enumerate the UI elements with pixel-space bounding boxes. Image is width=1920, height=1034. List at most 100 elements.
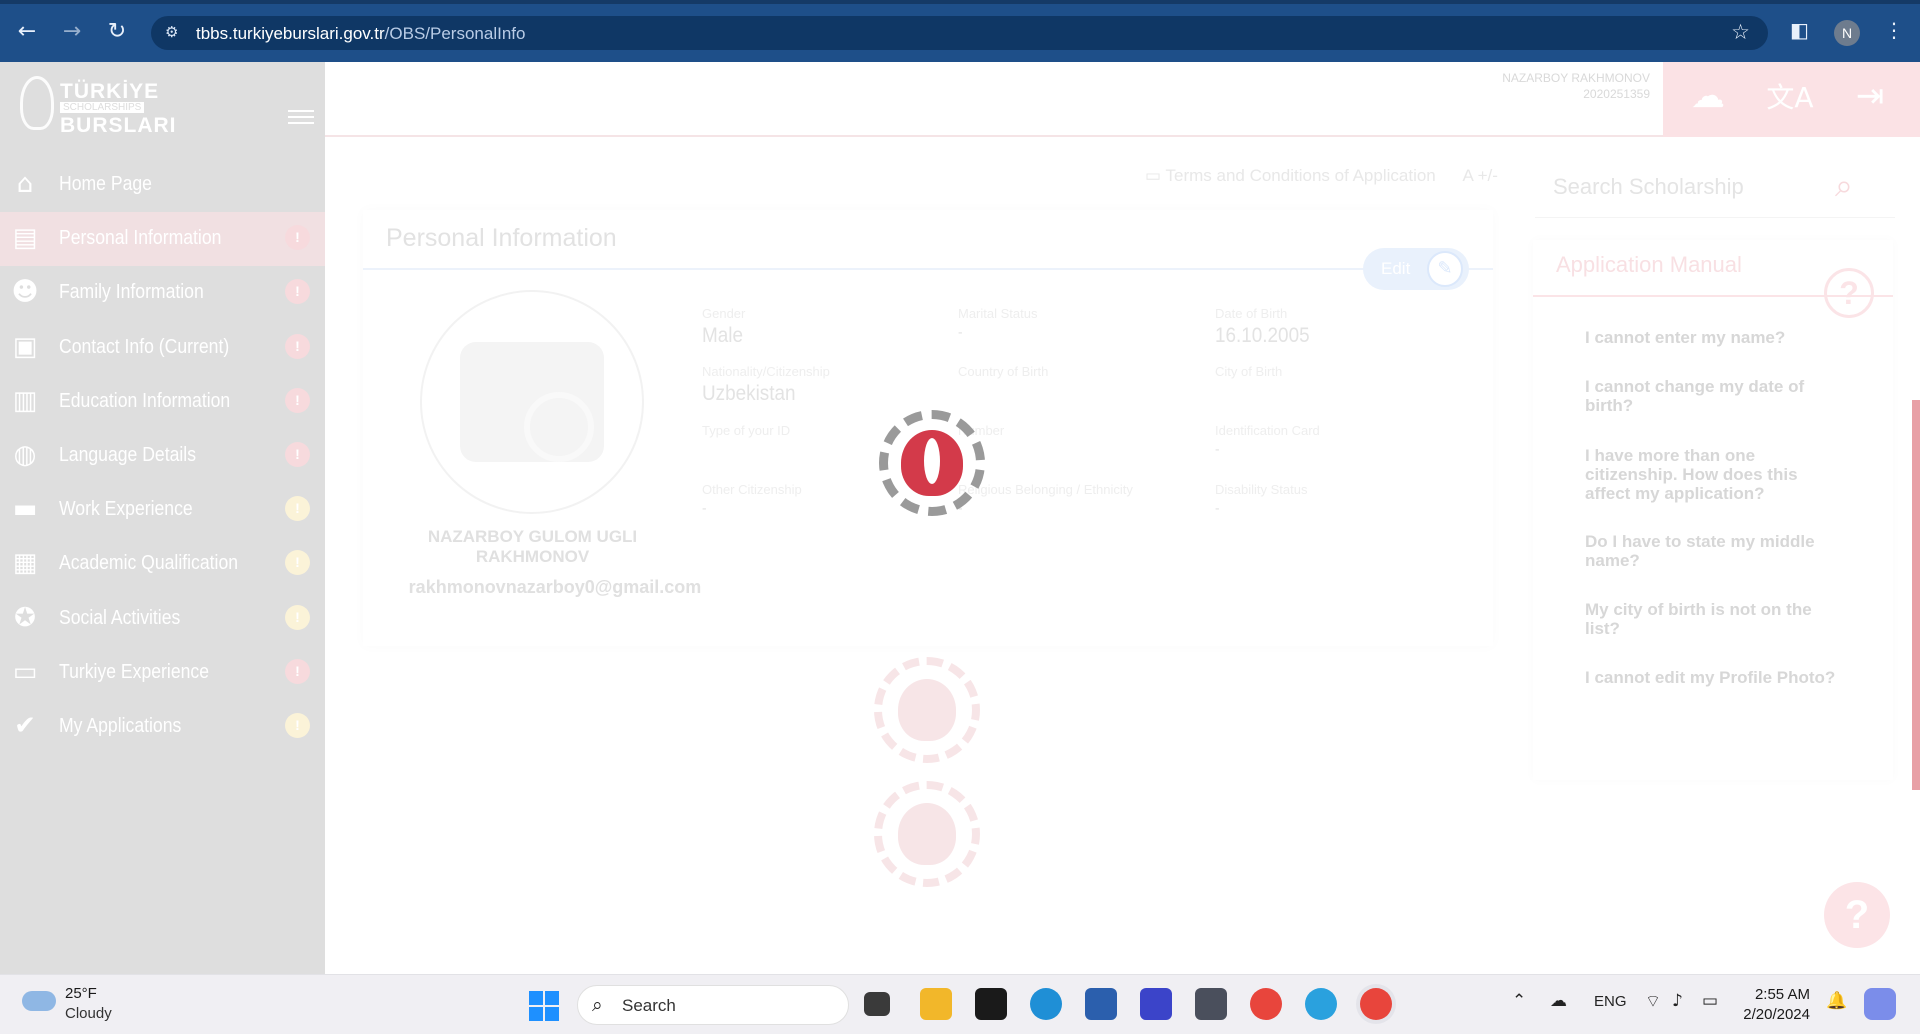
copilot-icon[interactable] xyxy=(1864,988,1896,1020)
weather-temp: 25°F xyxy=(65,985,97,1002)
field-number: Number xyxy=(958,423,1198,441)
user-id: 2020251359 xyxy=(1583,87,1650,101)
sidebar-item-education-information[interactable]: ▥ Education Information! xyxy=(0,375,325,429)
edge-icon[interactable] xyxy=(1030,988,1062,1020)
site-info-icon[interactable]: ⚙ xyxy=(165,23,185,43)
cloud-icon xyxy=(22,991,56,1011)
sidebar-item-personal-information[interactable]: ▤ Personal Information! xyxy=(0,212,325,267)
battery-icon[interactable]: ▭ xyxy=(1702,991,1718,1011)
field-value: - xyxy=(702,500,707,517)
sidebar-item-my-applications[interactable]: ✔ My Applications! xyxy=(0,700,325,754)
sidebar-item-work-experience[interactable]: ▬ Work Experience! xyxy=(0,483,325,537)
sidebar-item-language-details[interactable]: ◍ Language Details! xyxy=(0,429,325,483)
sidebar-item-label: Personal Information xyxy=(59,227,222,250)
field-religious-belonging-ethnicity: Religious Belonging / Ethnicity - xyxy=(958,482,1198,517)
sidebar-item-social-activities[interactable]: ✪ Social Activities! xyxy=(0,592,325,646)
chevron-up-icon[interactable]: ⌃ xyxy=(1512,991,1526,1011)
sidebar-item-contact-info-current[interactable]: ▣ Contact Info (Current)! xyxy=(0,321,325,375)
sidebar-item-label: Work Experience xyxy=(59,498,193,521)
pencil-icon: ✎ xyxy=(1427,251,1463,287)
notification-bell-icon[interactable]: 🔔 xyxy=(1826,991,1847,1011)
faq-link[interactable]: I cannot edit my Profile Photo? xyxy=(1585,668,1840,687)
clock[interactable]: 2:55 AM 2/20/2024 xyxy=(1740,985,1810,1025)
cloud-upload-icon[interactable]: ☁ xyxy=(1683,76,1733,122)
menu-kebab-icon[interactable]: ⋮ xyxy=(1884,18,1904,42)
chrome-icon[interactable] xyxy=(1250,988,1282,1020)
pycharm-icon[interactable] xyxy=(975,988,1007,1020)
task-view-icon[interactable] xyxy=(864,992,890,1016)
profile-avatar[interactable]: N xyxy=(1834,20,1860,46)
sidebar-item-label: Contact Info (Current) xyxy=(59,335,230,358)
app-icon[interactable] xyxy=(1195,988,1227,1020)
email-address: rakhmonovnazarboy0@gmail.com xyxy=(408,577,702,597)
store-icon[interactable] xyxy=(1085,988,1117,1020)
sidebar-item-academic-qualification[interactable]: ▦ Academic Qualification! xyxy=(0,537,325,591)
logo[interactable]: TÜRKİYE SCHOLARSHIPS BURSLARI xyxy=(20,72,176,137)
id-card-icon: ▤ xyxy=(12,223,38,254)
field-nationality-citizenship: Nationality/Citizenship Uzbekistan xyxy=(702,364,942,406)
reload-icon[interactable]: ↻ xyxy=(103,18,131,46)
field-value: Male xyxy=(702,324,743,347)
field-identification-card: Identification Card - xyxy=(1215,423,1455,458)
faq-link[interactable]: I cannot change my date of birth? xyxy=(1585,377,1840,415)
search-input[interactable]: Search Scholarship xyxy=(1553,174,1744,200)
warning-badge: ! xyxy=(285,333,310,359)
back-icon[interactable]: ← xyxy=(13,18,41,46)
card-divider xyxy=(363,268,1493,270)
faq-link[interactable]: I cannot enter my name? xyxy=(1585,328,1840,347)
loading-spinner-ghost xyxy=(874,781,980,887)
scholarship-search[interactable]: Search Scholarship ⌕ xyxy=(1535,158,1895,218)
terms-link[interactable]: Terms and Conditions of Application xyxy=(1165,166,1435,185)
sidebar-item-label: Family Information xyxy=(59,281,204,304)
profile-photo[interactable] xyxy=(420,290,644,514)
manual-title: Application Manual xyxy=(1556,252,1742,277)
faq-link[interactable]: My city of birth is not on the list? xyxy=(1585,600,1840,638)
file-explorer-icon[interactable] xyxy=(920,988,952,1020)
url-text[interactable]: tbbs.turkiyeburslari.gov.tr/OBS/Personal… xyxy=(196,24,525,44)
logo-text-line3: BURSLARI xyxy=(60,114,177,137)
scrollbar[interactable] xyxy=(1912,400,1920,790)
sidebar-item-label: Home Page xyxy=(59,173,152,195)
sidebar-item-home-page[interactable]: ⌂ Home Page xyxy=(0,158,325,212)
field-value: 16.10.2005 xyxy=(1215,324,1310,347)
loading-spinner-ghost xyxy=(874,657,980,763)
edit-button[interactable]: Edit ✎ xyxy=(1363,248,1469,290)
warning-badge: ! xyxy=(285,279,310,305)
medal-icon: ✪ xyxy=(14,602,36,633)
side-panel-icon[interactable]: ◧ xyxy=(1790,18,1809,42)
field-value: Uzbekistan xyxy=(702,382,796,405)
address-bar[interactable]: ⚙ tbbs.turkiyeburslari.gov.tr/OBS/Person… xyxy=(151,16,1768,50)
vscode-icon[interactable] xyxy=(1140,988,1172,1020)
briefcase-icon: ▬ xyxy=(12,494,38,525)
taskbar-search[interactable]: ⌕ Search xyxy=(577,985,849,1025)
sidebar-item-family-information[interactable]: ☻ Family Information! xyxy=(0,266,325,320)
loading-spinner xyxy=(879,410,985,516)
sidebar-item-label: Turkiye Experience xyxy=(59,660,209,683)
forward-icon[interactable]: → xyxy=(58,18,86,46)
faq-link[interactable]: Do I have to state my middle name? xyxy=(1585,532,1840,570)
warning-badge: ! xyxy=(285,387,310,413)
language-indicator[interactable]: ENG xyxy=(1594,993,1627,1010)
question-circle-icon: ? xyxy=(1824,268,1874,318)
volume-icon[interactable]: ♪ xyxy=(1672,991,1683,1011)
faq-link[interactable]: I have more than one citizenship. How do… xyxy=(1585,446,1840,503)
people-icon: ☻ xyxy=(11,277,39,308)
warning-badge: ! xyxy=(285,442,310,467)
sidebar-item-turkiye-experience[interactable]: ▭ Turkiye Experience! xyxy=(0,646,325,700)
chrome-profile-icon[interactable] xyxy=(1360,988,1392,1020)
telegram-icon[interactable] xyxy=(1305,988,1337,1020)
wifi-icon[interactable]: ⌔ xyxy=(1645,991,1661,1012)
help-button[interactable]: ? xyxy=(1824,882,1890,948)
windows-start-icon[interactable] xyxy=(529,991,559,1021)
bookmark-star-icon[interactable]: ☆ xyxy=(1731,20,1750,44)
logo-text-line1: TÜRKİYE xyxy=(60,80,160,103)
translate-icon[interactable]: 文A xyxy=(1765,76,1815,122)
field-label: Gender xyxy=(702,306,746,321)
logout-icon[interactable]: ⇥ xyxy=(1845,76,1895,122)
content-toolbar: ▭ Terms and Conditions of Application A … xyxy=(1145,166,1498,186)
hamburger-menu-icon[interactable] xyxy=(288,110,314,124)
field-value: - xyxy=(958,324,963,341)
onedrive-icon[interactable]: ☁ xyxy=(1550,991,1567,1011)
font-size-toggle[interactable]: A +/- xyxy=(1462,166,1497,185)
search-icon[interactable]: ⌕ xyxy=(1835,166,1853,205)
